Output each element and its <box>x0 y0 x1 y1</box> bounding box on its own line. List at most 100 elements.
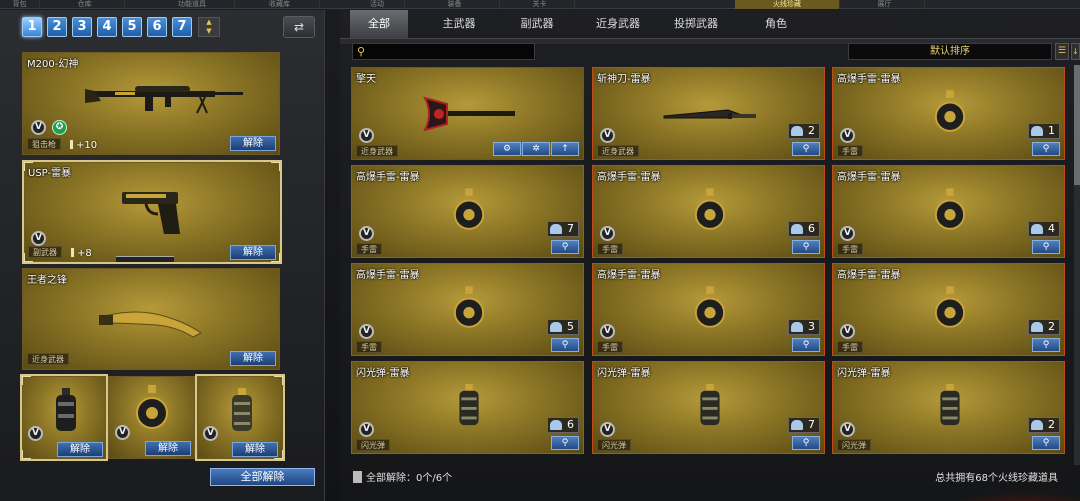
category-tab-character[interactable]: 角色 <box>746 10 806 38</box>
collection-item-card[interactable]: 高爆手雷-雷暴 V 手雷 4 ⚲ <box>832 165 1065 258</box>
v-rank-icon: V <box>359 422 374 437</box>
category-tab-throwable[interactable]: 投掷武器 <box>664 10 728 38</box>
category-tab-secondary[interactable]: 副武器 <box>508 10 566 38</box>
search-box[interactable]: ⚲ <box>352 43 535 60</box>
collection-item-card[interactable]: 高爆手雷-雷暴 V 手雷 5 ⚲ <box>351 263 584 356</box>
magnifier-icon: ⚲ <box>1042 144 1050 154</box>
top-tab[interactable]: 装备 <box>410 0 500 9</box>
release-button[interactable]: 解除 <box>230 351 276 366</box>
inspect-button[interactable]: ⚲ <box>1032 240 1060 254</box>
release-button[interactable]: 解除 <box>232 442 278 457</box>
item-count: 3 <box>788 319 820 335</box>
loadout-tab-1[interactable]: 1 <box>22 17 42 37</box>
grenade-slot-1[interactable]: V 解除 <box>20 374 108 461</box>
item-name: 擎天 <box>356 74 376 85</box>
inspect-button[interactable]: ⚲ <box>1032 142 1060 156</box>
collection-item-card[interactable]: 高爆手雷-雷暴 V 手雷 1 ⚲ <box>832 67 1065 160</box>
collection-item-card[interactable]: 高爆手雷-雷暴 V 手雷 3 ⚲ <box>592 263 825 356</box>
category-tab-all[interactable]: 全部 <box>350 10 408 38</box>
item-count: 1 <box>1028 123 1060 139</box>
item-count: 6 <box>547 417 579 433</box>
corner-ornament <box>274 376 283 385</box>
stack-icon <box>1031 224 1043 234</box>
gear-icon: ⚙ <box>502 144 512 154</box>
weapon-name: USP-雷暴 <box>28 168 72 179</box>
loadout-tab-2[interactable]: 2 <box>47 17 67 37</box>
item-name: 高爆手雷-雷暴 <box>356 172 420 183</box>
collection-item-card[interactable]: 高爆手雷-雷暴 V 手雷 7 ⚲ <box>351 165 584 258</box>
collection-item-card[interactable]: 擎天 V 近身武器 ⚙ ✲ ↑ <box>351 67 584 160</box>
collection-item-card[interactable]: 闪光弹-雷暴 V 闪光弹 7 ⚲ <box>592 361 825 454</box>
category-tab-melee[interactable]: 近身武器 <box>586 10 650 38</box>
customize-button[interactable]: ✲ <box>522 142 550 156</box>
tab-stepper[interactable]: ▲ ▼ <box>198 17 220 37</box>
item-name: 闪光弹-雷暴 <box>356 368 410 379</box>
chevron-up-icon[interactable]: ▲ <box>206 18 211 26</box>
arrow-down-icon[interactable]: ↓ <box>1071 43 1080 60</box>
list-view-icon[interactable]: ☰ <box>1055 43 1069 60</box>
weapon-category-tag: 狙击枪 <box>27 138 61 150</box>
item-name: 高爆手雷-雷暴 <box>597 270 661 281</box>
item-image <box>934 188 966 232</box>
inspect-button[interactable]: ⚲ <box>792 240 820 254</box>
settings-button[interactable]: ⚙ <box>493 142 521 156</box>
sniper-rifle-icon <box>85 86 243 114</box>
inspect-button[interactable]: ⚲ <box>1032 436 1060 450</box>
equip-slot-secondary[interactable]: USP-雷暴 V 副武器 +8 解除 <box>22 160 282 264</box>
scrollbar[interactable] <box>1074 65 1080 465</box>
release-button[interactable]: 解除 <box>230 136 276 151</box>
top-tab[interactable]: 关卡 <box>505 0 575 9</box>
collection-item-card[interactable]: 闪光弹-雷暴 V 闪光弹 6 ⚲ <box>351 361 584 454</box>
release-button[interactable]: 解除 <box>230 245 276 260</box>
round-grenade-icon <box>694 286 725 328</box>
item-category-tag: 手雷 <box>597 243 623 255</box>
inspect-button[interactable]: ⚲ <box>792 338 820 352</box>
top-tab[interactable]: 仓库 <box>45 0 125 9</box>
loadout-tab-7[interactable]: 7 <box>172 17 192 37</box>
loadout-tab-3[interactable]: 3 <box>72 17 92 37</box>
loadout-tab-5[interactable]: 5 <box>122 17 142 37</box>
release-all-button[interactable]: 全部解除 <box>210 468 315 486</box>
release-button[interactable]: 解除 <box>145 441 191 456</box>
upgrade-button[interactable]: ↑ <box>551 142 579 156</box>
top-tab[interactable]: 背包 <box>0 0 40 9</box>
item-category-tag: 闪光弹 <box>837 439 871 451</box>
top-tab[interactable]: 活动 <box>350 0 405 9</box>
item-image <box>456 384 482 428</box>
sort-select[interactable]: 默认排序 <box>848 43 1052 60</box>
top-tab[interactable]: 功能道具 <box>150 0 235 9</box>
item-count-value: 3 <box>808 320 815 333</box>
item-count-value: 5 <box>567 320 574 333</box>
inspect-button[interactable]: ⚲ <box>551 436 579 450</box>
corner-ornament <box>24 253 33 262</box>
top-tab[interactable]: 展厅 <box>845 0 925 9</box>
inspect-button[interactable]: ⚲ <box>792 142 820 156</box>
stack-icon <box>791 322 803 332</box>
loadout-tab-6[interactable]: 6 <box>147 17 167 37</box>
collection-item-card[interactable]: 斩神刀-雷暴 V 近身武器 2 ⚲ <box>592 67 825 160</box>
grenade-slot-3[interactable]: V 解除 <box>195 374 285 461</box>
release-button[interactable]: 解除 <box>57 442 103 457</box>
top-tab[interactable]: 火线珍藏 <box>735 0 840 9</box>
collection-item-card[interactable]: 高爆手雷-雷暴 V 手雷 2 ⚲ <box>832 263 1065 356</box>
equip-slot-primary[interactable]: M200-幻神 V ✪ 狙击枪 +10 解除 <box>22 52 280 155</box>
inspect-button[interactable]: ⚲ <box>792 436 820 450</box>
inspect-button[interactable]: ⚲ <box>551 338 579 352</box>
collection-item-card[interactable]: 闪光弹-雷暴 V 闪光弹 2 ⚲ <box>832 361 1065 454</box>
loadout-tab-4[interactable]: 4 <box>97 17 117 37</box>
scrollbar-thumb[interactable] <box>1074 65 1080 185</box>
weapon-category-tag: 副武器 <box>28 246 62 258</box>
inspect-button[interactable]: ⚲ <box>551 240 579 254</box>
item-image <box>694 286 726 330</box>
kukri-knife-icon <box>99 311 202 338</box>
item-name: 闪光弹-雷暴 <box>597 368 651 379</box>
equip-slot-melee[interactable]: 王者之锋 近身武器 解除 <box>22 268 280 370</box>
search-input[interactable] <box>373 45 531 58</box>
chevron-down-icon[interactable]: ▼ <box>206 27 211 35</box>
top-tab[interactable]: 收藏库 <box>240 0 320 9</box>
grenade-slot-2[interactable]: V 解除 <box>108 376 195 459</box>
swap-loadout-button[interactable]: ⇄ <box>283 16 315 38</box>
category-tab-primary[interactable]: 主武器 <box>430 10 488 38</box>
inspect-button[interactable]: ⚲ <box>1032 338 1060 352</box>
collection-item-card[interactable]: 高爆手雷-雷暴 V 手雷 6 ⚲ <box>592 165 825 258</box>
